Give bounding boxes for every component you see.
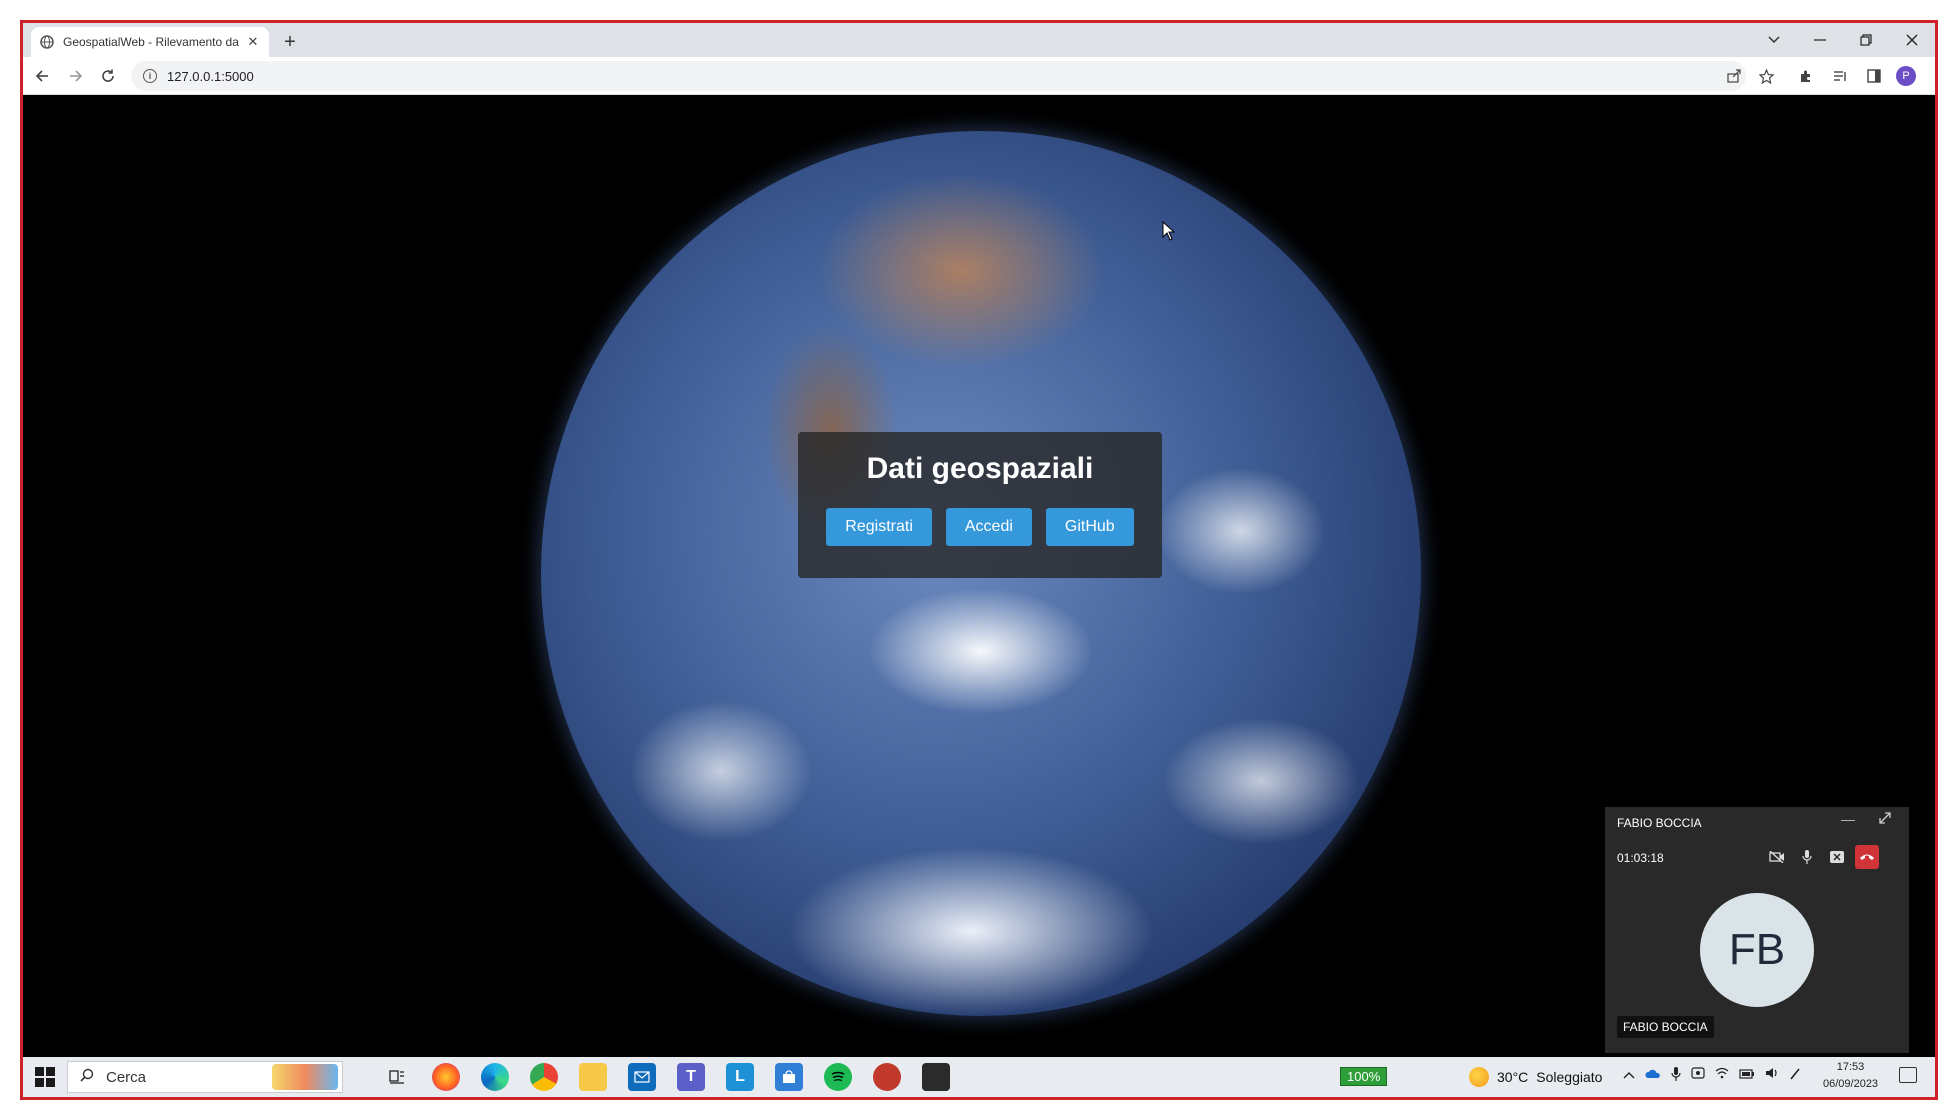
wifi-icon[interactable] (1715, 1067, 1729, 1084)
login-button[interactable]: Accedi (945, 508, 1032, 546)
notification-center-icon[interactable] (1899, 1067, 1917, 1083)
reading-list-icon[interactable] (1829, 65, 1851, 87)
restore-icon[interactable] (1843, 23, 1889, 57)
page-content: Dati geospaziali Registrati Accedi GitHu… (23, 96, 1935, 1059)
tab-close-icon[interactable]: ✕ (245, 34, 261, 50)
hang-up-button[interactable] (1855, 845, 1879, 869)
minimize-icon[interactable] (1797, 23, 1843, 57)
taskbar: Cerca T L 100% 30°C Soleggiato 17:53 06/… (23, 1057, 1935, 1097)
teams-icon[interactable]: T (677, 1063, 705, 1091)
call-widget[interactable]: FABIO BOCCIA — 01:03:18 FB FABIO BOCCIA (1605, 807, 1909, 1053)
tray-expand-icon[interactable] (1623, 1067, 1635, 1084)
microphone-icon[interactable] (1795, 845, 1819, 869)
new-tab-button[interactable]: + (277, 29, 303, 55)
spotify-icon[interactable] (824, 1063, 852, 1091)
l-app-icon[interactable]: L (726, 1063, 754, 1091)
window-controls (1751, 23, 1935, 57)
share-icon[interactable] (1723, 65, 1745, 87)
mouse-cursor-icon (1162, 221, 1176, 241)
tab-strip: GeospatialWeb - Rilevamento da ✕ + (23, 23, 1935, 57)
tab-title: GeospatialWeb - Rilevamento da (63, 35, 239, 49)
clock-date: 06/09/2023 (1823, 1078, 1879, 1090)
reload-icon[interactable] (95, 63, 121, 89)
address-bar[interactable]: i 127.0.0.1:5000 (131, 61, 1746, 91)
clock-time: 17:53 (1836, 1061, 1865, 1073)
side-panel-icon[interactable] (1863, 65, 1885, 87)
browser-tab[interactable]: GeospatialWeb - Rilevamento da ✕ (31, 27, 269, 57)
search-icon (80, 1068, 94, 1087)
temperature-text: 30°C (1497, 1069, 1529, 1085)
hero-button-row: Registrati Accedi GitHub (798, 508, 1162, 546)
camera-off-icon[interactable] (1765, 845, 1789, 869)
back-icon[interactable] (29, 63, 55, 89)
register-button[interactable]: Registrati (826, 508, 932, 546)
battery-icon[interactable] (1739, 1067, 1755, 1084)
weather-widget[interactable]: 30°C Soleggiato (1469, 1067, 1602, 1087)
meet-now-icon[interactable] (1691, 1067, 1705, 1084)
bug-app-icon[interactable] (873, 1063, 901, 1091)
search-placeholder: Cerca (106, 1068, 147, 1086)
call-minimize-icon[interactable]: — (1841, 811, 1855, 827)
chrome-icon[interactable] (530, 1063, 558, 1091)
weather-text: Soleggiato (1536, 1069, 1603, 1085)
screen-frame: GeospatialWeb - Rilevamento da ✕ + i 127… (20, 20, 1938, 1100)
tray-microphone-icon[interactable] (1671, 1067, 1681, 1084)
mail-icon[interactable] (628, 1063, 656, 1091)
caller-name-tag: FABIO BOCCIA (1617, 1016, 1714, 1038)
hero-card: Dati geospaziali Registrati Accedi GitHu… (798, 432, 1162, 578)
call-caller-name: FABIO BOCCIA (1617, 816, 1702, 830)
pen-icon[interactable] (1789, 1067, 1801, 1084)
menu-dots-icon[interactable] (1928, 65, 1935, 87)
call-duration: 01:03:18 (1617, 851, 1664, 865)
search-highlight-image (272, 1064, 338, 1090)
windows-start-icon[interactable] (35, 1067, 55, 1087)
call-expand-icon[interactable] (1879, 811, 1891, 827)
system-tray (1623, 1067, 1801, 1084)
page-title: Dati geospaziali (866, 452, 1094, 485)
github-button[interactable]: GitHub (1045, 508, 1134, 546)
volume-icon[interactable] (1765, 1067, 1779, 1084)
task-view-icon[interactable] (383, 1063, 411, 1091)
taskbar-search[interactable]: Cerca (67, 1061, 343, 1093)
tab-search-icon[interactable] (1751, 23, 1797, 57)
profile-avatar[interactable]: P (1896, 66, 1916, 86)
store-icon[interactable] (775, 1063, 803, 1091)
close-window-icon[interactable] (1889, 23, 1935, 57)
share-screen-close-icon[interactable] (1825, 845, 1849, 869)
forward-icon[interactable] (63, 63, 89, 89)
url-text: 127.0.0.1:5000 (167, 68, 254, 84)
taskbar-clock[interactable]: 17:53 06/09/2023 (1823, 1059, 1878, 1093)
firefox-icon[interactable] (432, 1063, 460, 1091)
browser-toolbar: i 127.0.0.1:5000 P (23, 57, 1935, 95)
extensions-icon[interactable] (1795, 65, 1817, 87)
bookmark-star-icon[interactable] (1755, 65, 1777, 87)
edge-icon[interactable] (481, 1063, 509, 1091)
globe-icon (39, 34, 55, 50)
sun-icon (1469, 1067, 1489, 1087)
file-explorer-icon[interactable] (579, 1063, 607, 1091)
battery-indicator[interactable]: 100% (1340, 1067, 1388, 1086)
onedrive-icon[interactable] (1645, 1067, 1661, 1084)
caller-avatar: FB (1700, 893, 1814, 1007)
terminal-icon[interactable] (922, 1063, 950, 1091)
site-info-icon[interactable]: i (143, 69, 157, 83)
